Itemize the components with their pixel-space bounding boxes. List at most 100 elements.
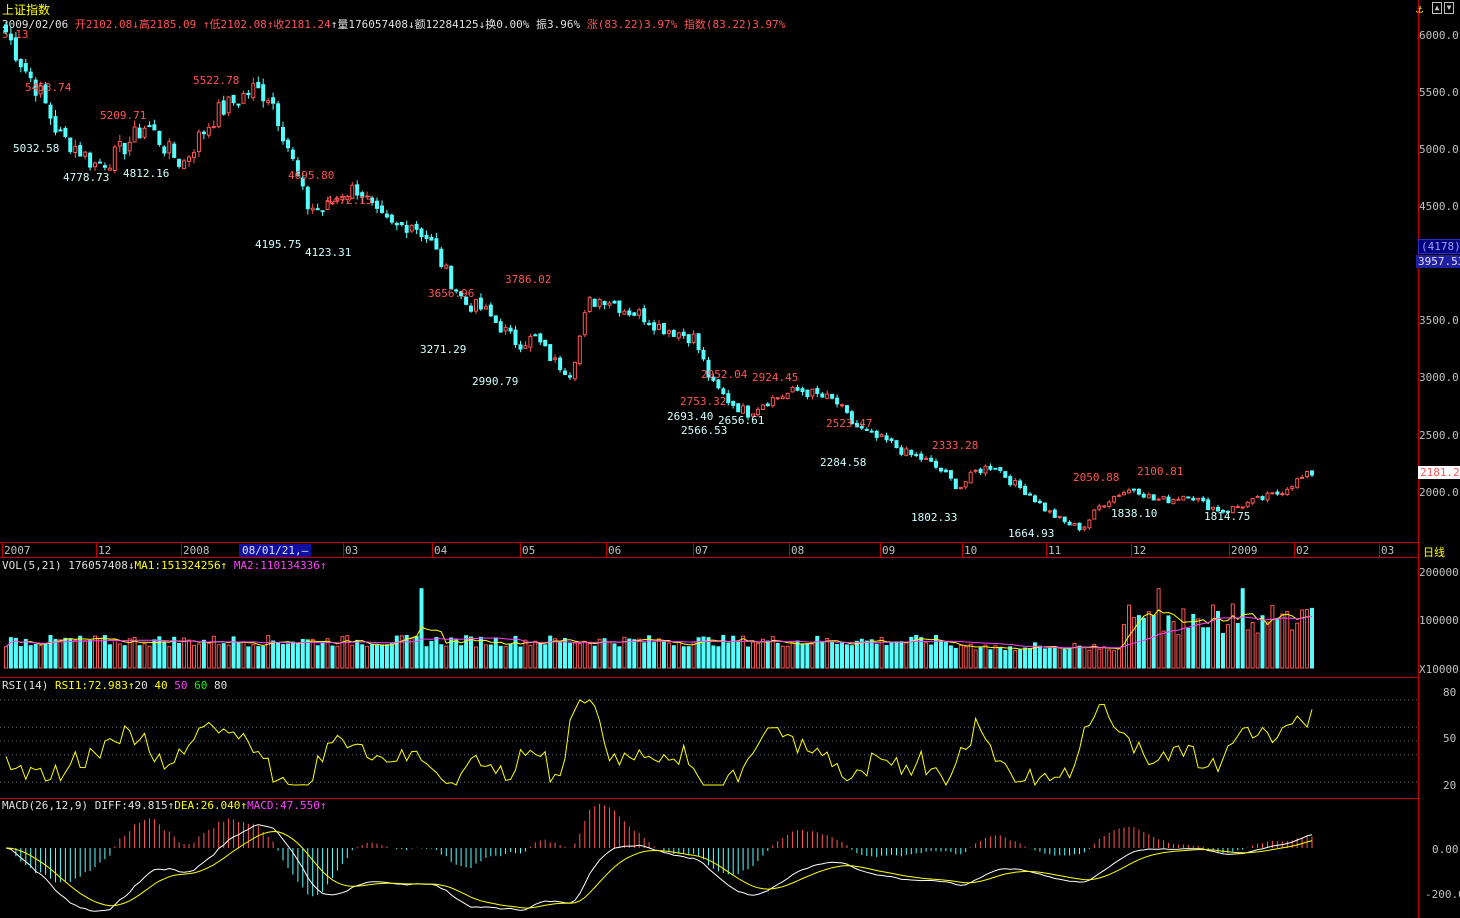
volume-bar [577, 643, 582, 669]
rsi-line [5, 699, 1313, 787]
volume-bar [469, 636, 473, 669]
extreme-label: 1664.93 [1008, 527, 1054, 540]
time-axis-label: 2008 [183, 544, 210, 557]
candle-body [290, 149, 295, 160]
candle-body [558, 357, 563, 371]
volume-bar [454, 638, 459, 669]
volume-bar [587, 643, 592, 669]
volume-bar [785, 645, 790, 669]
candle-body [840, 404, 844, 407]
candle-body [1092, 509, 1097, 520]
candle-body [518, 344, 523, 350]
volume-bar [1057, 647, 1062, 669]
candle-body [216, 102, 221, 128]
candle-body [914, 454, 919, 457]
candle-body [117, 141, 122, 147]
candle-body [904, 448, 909, 456]
volume-bar [1023, 647, 1028, 669]
extreme-label: 2333.28 [932, 439, 978, 452]
candle-body [449, 265, 454, 289]
candle-body [1260, 496, 1265, 500]
volume-bar [1206, 627, 1211, 669]
volume-bar [845, 644, 849, 669]
price-axis-label: 5500.0 [1419, 86, 1459, 99]
volume-bar [449, 637, 454, 669]
candle-body [671, 330, 676, 337]
candle-body [276, 103, 281, 127]
candle-body [1181, 495, 1186, 501]
volume-bar [474, 646, 478, 669]
candle-body [1018, 480, 1023, 488]
candle-body [716, 379, 721, 389]
volume-bar [726, 642, 731, 669]
vol-ma1: MA1:151324256↑ [134, 559, 228, 572]
candle-body [493, 315, 498, 323]
candle-body [563, 370, 567, 375]
volume-bar [73, 639, 78, 669]
candle-body [568, 375, 572, 378]
volume-bar [355, 639, 360, 669]
candle-body [686, 334, 691, 344]
volume-bar [637, 638, 642, 669]
volume-bar [1295, 622, 1300, 669]
volume-bar [310, 638, 315, 669]
volume-bar [963, 646, 968, 669]
candle-body [765, 403, 770, 407]
volume-bar [335, 645, 340, 669]
extreme-label: 1802.33 [911, 511, 957, 524]
volume-bar [760, 638, 765, 669]
volume-bar [1107, 649, 1112, 669]
volume-bar [1310, 607, 1314, 669]
volume-bar [889, 642, 894, 669]
candlestick-chart[interactable]: 5453.74 5032.58 4778.73 5209.71 4812.16 5522.… [0, 0, 1418, 918]
candle-body [375, 200, 379, 209]
extreme-label: 2924.45 [752, 371, 798, 384]
candle-body [409, 224, 414, 232]
candle-body [780, 396, 785, 400]
volume-bar [409, 637, 414, 669]
extreme-label: 2990.79 [472, 375, 518, 388]
volume-bar [256, 646, 261, 669]
extreme-label: 1814.75 [1204, 510, 1250, 523]
volume-bar [1280, 613, 1285, 669]
volume-bar [142, 643, 147, 669]
volume-bar [1146, 611, 1151, 669]
candle-body [107, 167, 112, 171]
candle-body [632, 312, 637, 316]
candle-body [533, 334, 538, 337]
volume-bar [993, 645, 998, 669]
volume-bar [765, 640, 770, 669]
volume-bar [1156, 588, 1161, 669]
candle-body [172, 143, 177, 158]
candle-body [93, 162, 97, 168]
candle-body [147, 125, 152, 128]
extreme-label: 4195.75 [255, 238, 301, 251]
candle-body [785, 392, 790, 399]
time-axis-label: 05 [522, 544, 536, 557]
period-label[interactable]: 日线 [1423, 544, 1445, 560]
candle-body [1037, 500, 1042, 504]
volume-bar [187, 639, 191, 669]
candle-body [132, 126, 137, 143]
extreme-label: 2100.81 [1137, 465, 1183, 478]
volume-bar [1230, 603, 1235, 669]
candle-body [488, 304, 493, 317]
volume-bar [300, 639, 305, 669]
volume-bar [305, 639, 310, 669]
candle-body [8, 33, 13, 41]
candle-body [1275, 491, 1280, 495]
extreme-label: 2693.40 [667, 410, 713, 423]
volume-bar [978, 647, 983, 669]
volume-bar [439, 644, 444, 669]
candle-body [1156, 498, 1161, 501]
volume-bar [558, 641, 563, 669]
volume-bar [874, 643, 879, 669]
vol-panel-header: VOL(5,21) 176057408↓MA1:151324256↑ MA2:1… [2, 559, 327, 572]
volume-bar [854, 640, 859, 669]
volume-bar [350, 644, 355, 669]
candle-body [1211, 506, 1216, 510]
extreme-label: 2952.04 [701, 368, 748, 381]
volume-bar [859, 638, 864, 669]
volume-bar [568, 642, 572, 669]
candle-body [414, 223, 419, 230]
